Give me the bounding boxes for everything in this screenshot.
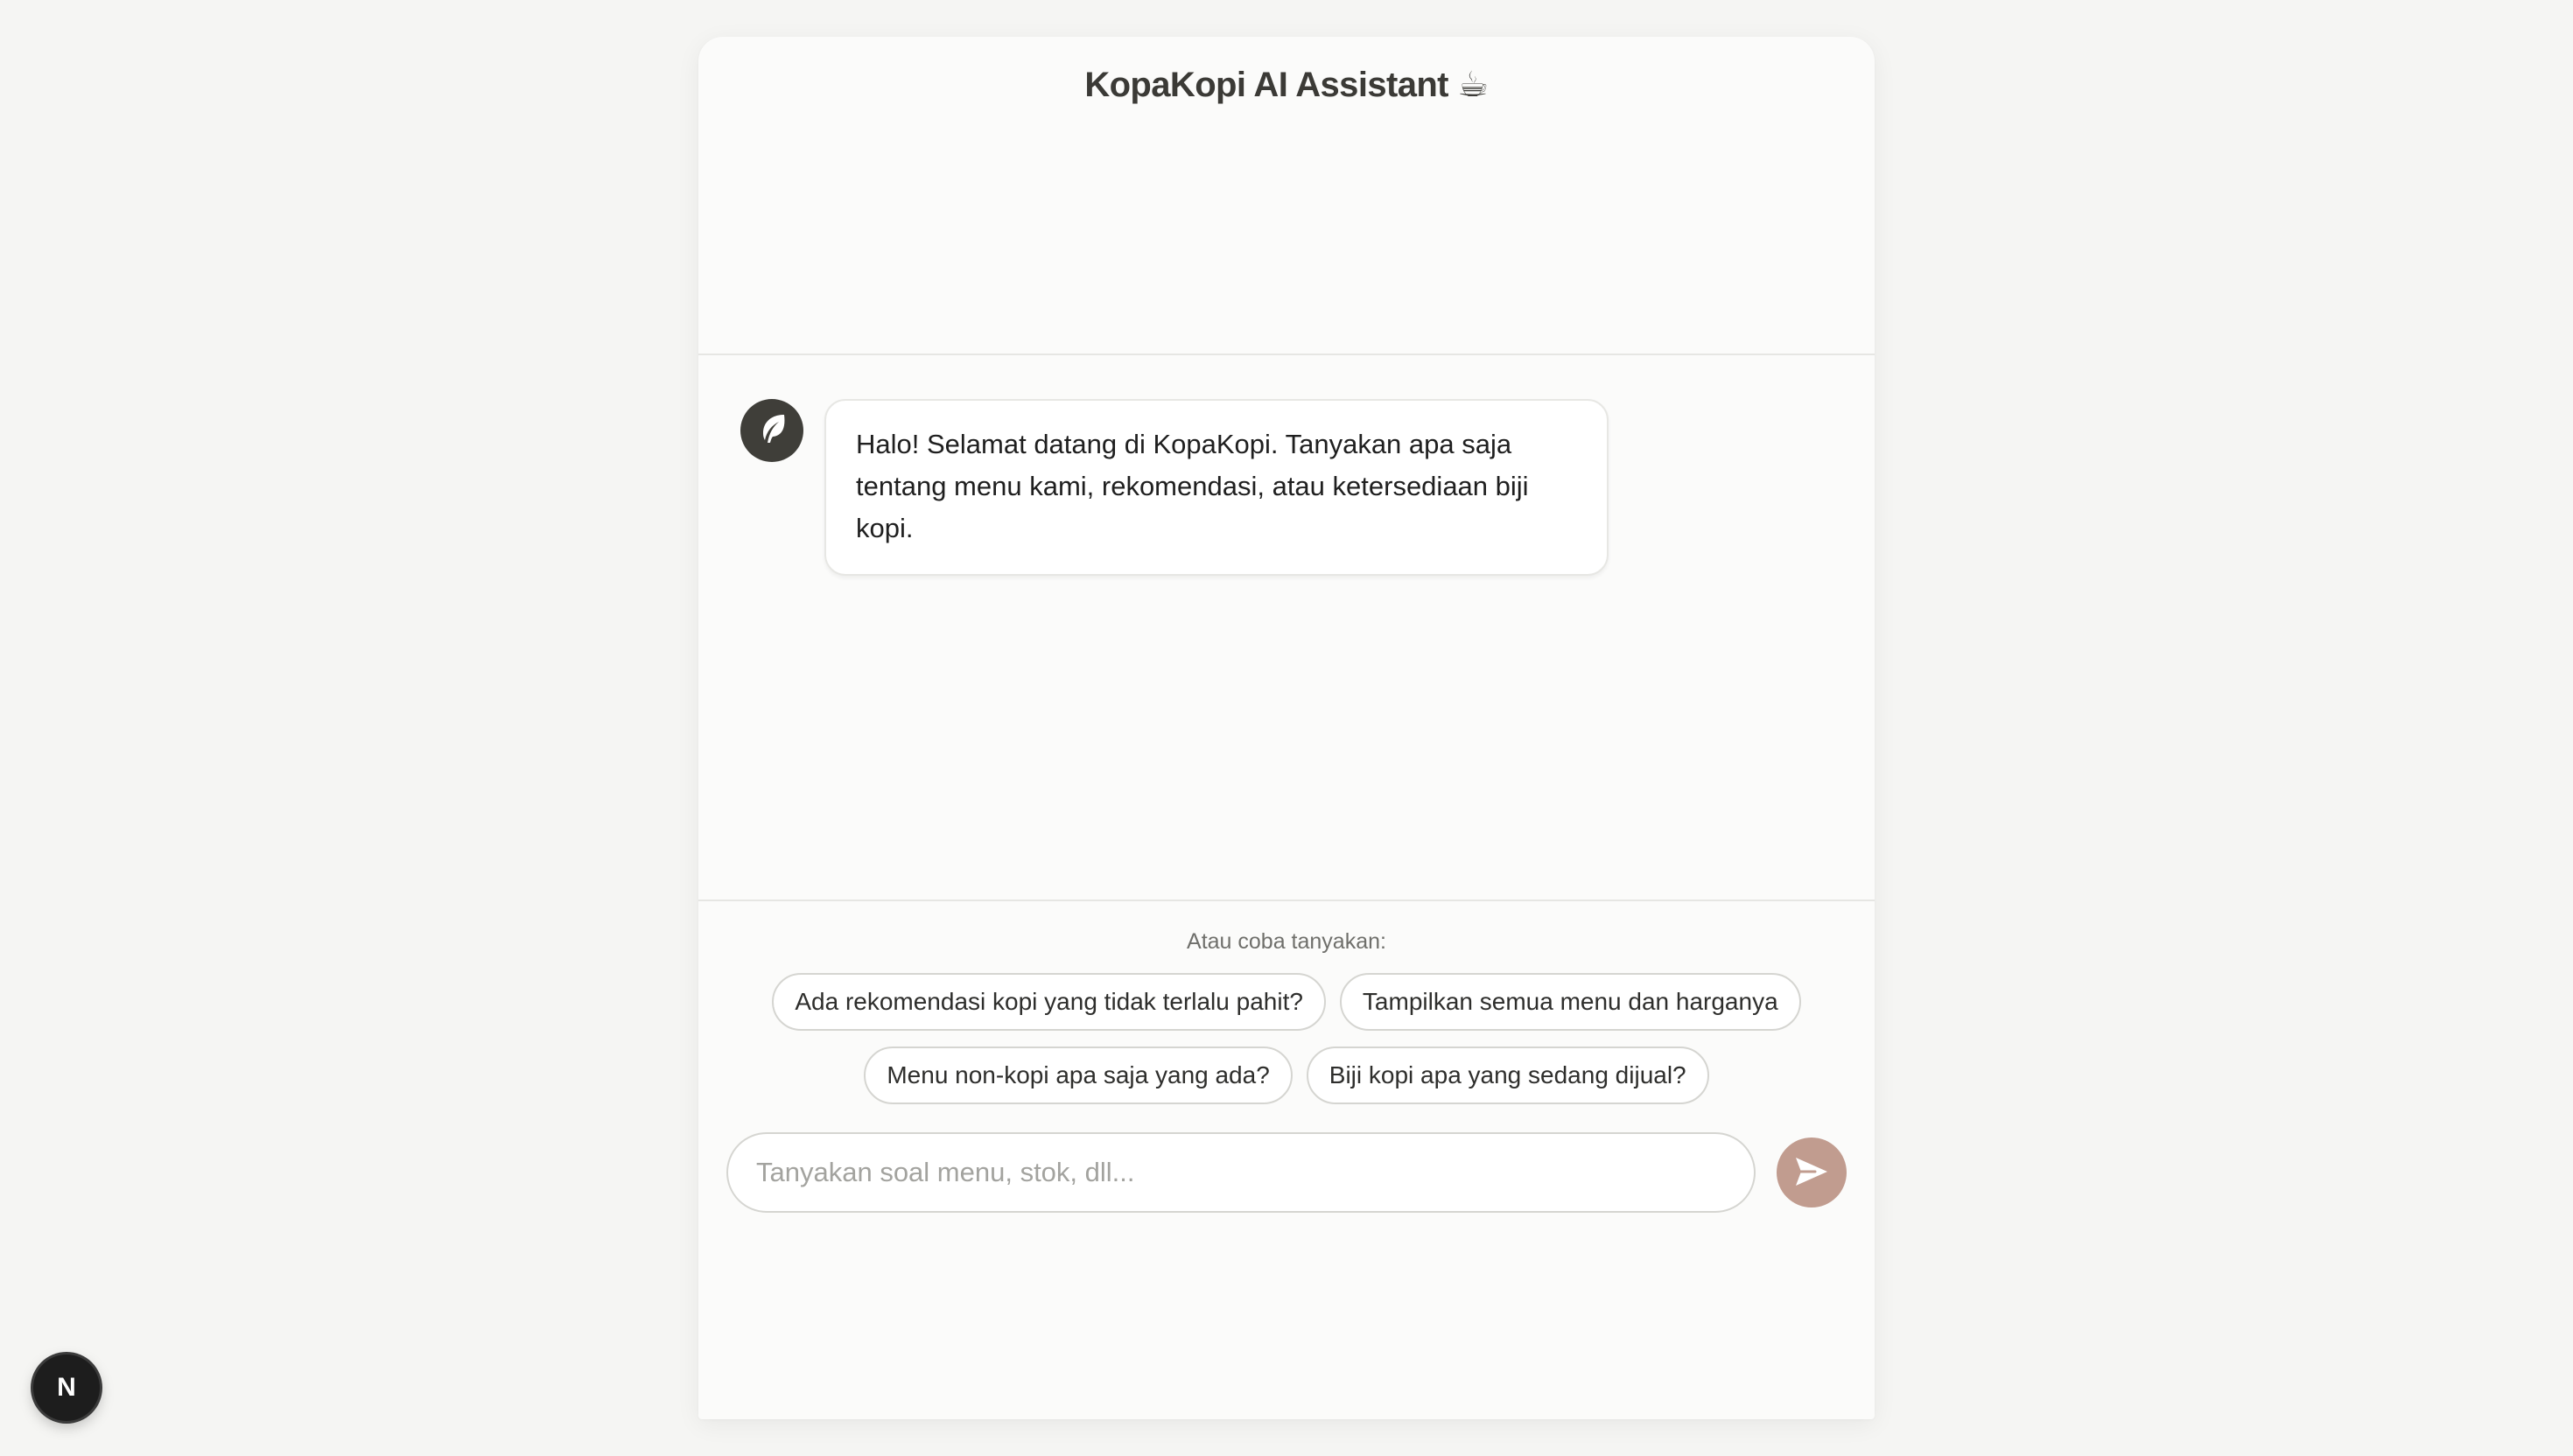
nextjs-dev-indicator[interactable]: N [33, 1354, 100, 1421]
send-button[interactable] [1777, 1138, 1847, 1208]
send-icon [1792, 1152, 1831, 1194]
chat-panel: KopaKopi AI Assistant ☕ Halo! Selamat da… [698, 37, 1875, 1419]
assistant-avatar [740, 399, 803, 462]
leaf-icon [753, 410, 791, 452]
suggestions-label: Atau coba tanyakan: [1187, 929, 1386, 954]
suggestion-chip[interactable]: Tampilkan semua menu dan harganya [1339, 973, 1801, 1031]
message-input[interactable] [726, 1132, 1756, 1213]
suggestion-row: Ada rekomendasi kopi yang tidak terlalu … [698, 973, 1875, 1031]
suggestion-chip[interactable]: Ada rekomendasi kopi yang tidak terlalu … [772, 973, 1326, 1031]
composer [726, 1132, 1847, 1213]
nextjs-logo-icon: N [57, 1373, 76, 1402]
suggestion-chip[interactable]: Biji kopi apa yang sedang dijual? [1306, 1046, 1709, 1104]
assistant-message-bubble: Halo! Selamat datang di KopaKopi. Tanyak… [824, 399, 1609, 576]
suggestion-row: Menu non-kopi apa saja yang ada? Biji ko… [698, 1046, 1875, 1104]
page-title: KopaKopi AI Assistant ☕ [1084, 66, 1489, 104]
chat-header: KopaKopi AI Assistant ☕ [698, 37, 1875, 355]
suggestion-chip[interactable]: Menu non-kopi apa saja yang ada? [864, 1046, 1293, 1104]
message-list: Halo! Selamat datang di KopaKopi. Tanyak… [698, 355, 1875, 901]
